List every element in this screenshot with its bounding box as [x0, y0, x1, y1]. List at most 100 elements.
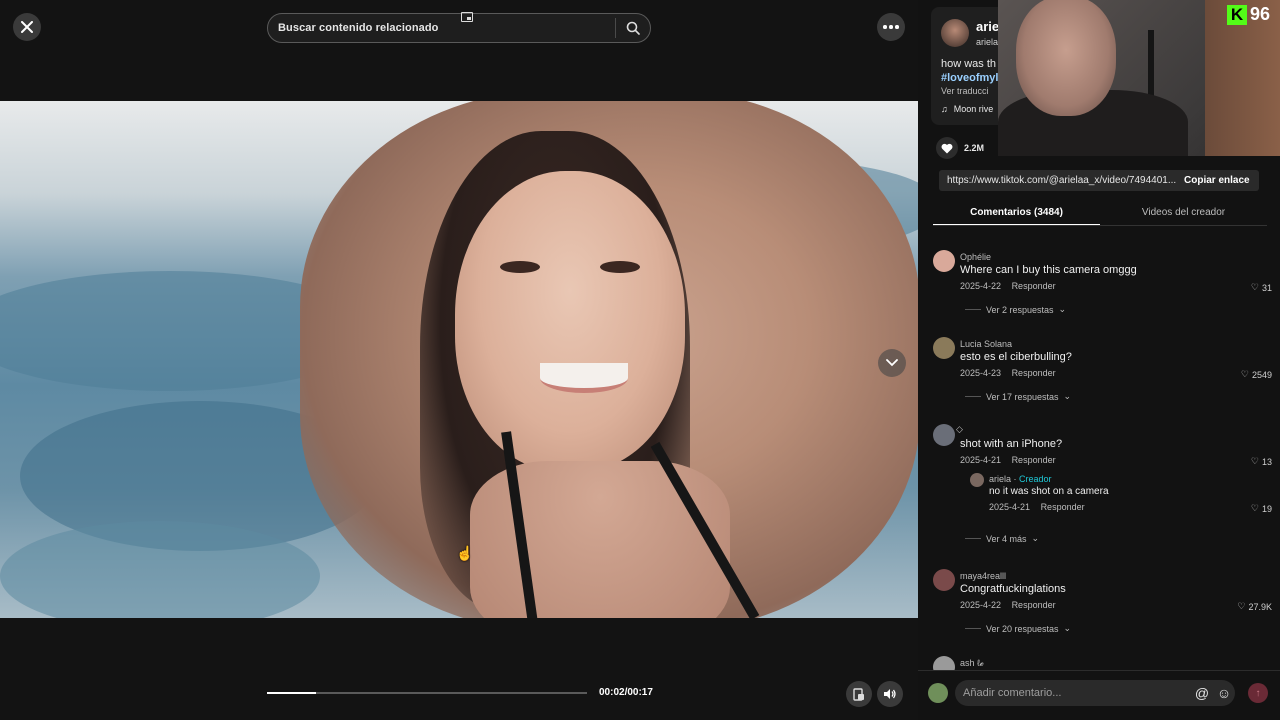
music-title: Moon rive	[953, 104, 994, 114]
sidebar-tabs: Comentarios (3484) Videos del creador	[933, 201, 1267, 226]
share-link-bar: https://www.tiktok.com/@arielaa_x/video/…	[939, 170, 1259, 191]
my-avatar	[928, 683, 948, 703]
reply-like-button[interactable]: ♡ 19	[1251, 503, 1272, 514]
like-count: 2.2M	[964, 143, 985, 153]
comment-like-count: 2549	[1251, 369, 1272, 380]
like-button[interactable]	[936, 137, 958, 159]
heart-outline-icon: ♡	[1250, 282, 1259, 292]
reply-date: 2025-4-21	[989, 502, 1031, 512]
translate-link[interactable]: Ver traducci	[941, 86, 989, 96]
music-link[interactable]: ♫ Moon rive	[941, 104, 993, 114]
commenter-avatar[interactable]	[933, 337, 955, 359]
commenter-name[interactable]: maya4realll	[960, 571, 1006, 581]
comment-like-button[interactable]: ♡ 13	[1251, 456, 1272, 467]
copy-link-button[interactable]: Copiar enlace	[1177, 175, 1250, 186]
chevron-down-icon	[886, 359, 898, 367]
video-eye-left	[500, 261, 540, 273]
reply-divider	[965, 309, 981, 310]
comment-composer: Añadir comentario... @ ☺ ↑	[918, 670, 1280, 720]
reply-text: no it was shot on a camera	[989, 486, 1109, 497]
creator-avatar[interactable]	[970, 473, 984, 487]
tab-comments[interactable]: Comentarios (3484)	[933, 201, 1100, 225]
comment-meta: 2025-4-21 Responder	[960, 455, 1056, 465]
view-more-label: Ver 4 más	[986, 533, 1027, 544]
reply-button[interactable]: Responder	[1012, 455, 1056, 465]
commenter-name[interactable]: ash ℓ𝓮	[960, 658, 984, 669]
webcam-face	[1016, 0, 1116, 116]
picture-in-picture-icon[interactable]	[461, 12, 473, 22]
reply-button[interactable]: Responder	[1041, 502, 1085, 512]
commenter-avatar[interactable]	[933, 250, 955, 272]
close-button[interactable]	[13, 13, 41, 41]
arrow-up-icon: ↑	[1255, 687, 1261, 699]
progress-fill	[267, 692, 317, 694]
comment-date: 2025-4-22	[960, 281, 1002, 291]
comment-list: Ophélie Where can I buy this camera omgg…	[918, 240, 1280, 670]
reply-author-name[interactable]: ariela	[989, 474, 1011, 484]
emoji-icon[interactable]: ☺	[1213, 685, 1235, 701]
commenter-avatar[interactable]	[933, 424, 955, 446]
volume-icon	[884, 689, 896, 699]
comment-input[interactable]: Añadir comentario... @ ☺	[955, 680, 1235, 706]
chevron-down-icon: ⌄	[1063, 623, 1072, 633]
viewer-count: 96	[1250, 4, 1271, 24]
author-avatar[interactable]	[941, 19, 969, 47]
comment-text: Where can I buy this camera omggg	[960, 264, 1137, 276]
view-more-replies-button[interactable]: Ver 4 más ⌄	[965, 533, 1039, 544]
reply-button[interactable]: Responder	[1012, 281, 1056, 291]
comment-like-button[interactable]: ♡ 2549	[1241, 369, 1272, 380]
chevron-down-icon: ⌄	[1058, 304, 1067, 314]
commenter-name[interactable]: ◇	[956, 424, 963, 435]
more-options-button[interactable]	[877, 13, 905, 41]
video-frame[interactable]	[0, 101, 918, 618]
chevron-down-icon: ⌄	[1063, 391, 1072, 401]
reply-divider	[965, 538, 981, 539]
commenter-name[interactable]: Ophélie	[960, 252, 991, 262]
comment-date: 2025-4-22	[960, 600, 1002, 610]
comment-date: 2025-4-21	[960, 455, 1002, 465]
next-video-button[interactable]	[878, 349, 906, 377]
video-eye-right	[600, 261, 640, 273]
reply-divider	[965, 396, 981, 397]
view-replies-button[interactable]: Ver 17 respuestas ⌄	[965, 391, 1071, 402]
reply-button[interactable]: Responder	[1012, 368, 1056, 378]
comment-like-button[interactable]: ♡ 27.9K	[1237, 601, 1272, 612]
chevron-down-icon: ⌄	[1031, 533, 1040, 543]
progress-bar[interactable]	[267, 692, 587, 694]
comment-like-count: 27.9K	[1248, 601, 1272, 612]
author-name[interactable]: arie	[976, 19, 999, 34]
close-icon	[21, 21, 33, 33]
video-face	[455, 171, 685, 471]
heart-outline-icon: ♡	[1237, 601, 1246, 611]
reply-item: ariela · Creador no it was shot on a cam…	[918, 469, 1280, 529]
commenter-name[interactable]: Lucia Solana	[960, 339, 1012, 349]
creator-badge: Creador	[1019, 474, 1052, 484]
post-hashtag[interactable]: #loveofmyl	[941, 72, 998, 84]
commenter-avatar[interactable]	[933, 569, 955, 591]
share-url: https://www.tiktok.com/@arielaa_x/video/…	[947, 175, 1177, 186]
view-replies-button[interactable]: Ver 2 respuestas ⌄	[965, 304, 1066, 315]
heart-icon	[941, 143, 953, 153]
float-player-button[interactable]	[846, 681, 872, 707]
comment-text: shot with an iPhone?	[960, 438, 1063, 450]
search-bar[interactable]: Buscar contenido relacionado	[267, 13, 651, 43]
author-handle[interactable]: ariela	[976, 37, 998, 47]
commenter-avatar[interactable]	[933, 656, 955, 670]
comment-date: 2025-4-23	[960, 368, 1002, 378]
comment-like-button[interactable]: ♡ 31	[1251, 282, 1272, 293]
search-input[interactable]: Buscar contenido relacionado	[268, 22, 615, 34]
view-replies-button[interactable]: Ver 20 respuestas ⌄	[965, 623, 1071, 634]
reply-button[interactable]: Responder	[1012, 600, 1056, 610]
view-replies-label: Ver 2 respuestas	[986, 304, 1054, 315]
send-button[interactable]: ↑	[1248, 683, 1268, 703]
search-button[interactable]	[616, 13, 650, 43]
heart-outline-icon: ♡	[1250, 456, 1259, 466]
tab-creator-videos[interactable]: Videos del creador	[1100, 201, 1267, 225]
volume-button[interactable]	[877, 681, 903, 707]
mention-icon[interactable]: @	[1191, 685, 1213, 701]
reply-divider	[965, 628, 981, 629]
time-display: 00:02/00:17	[599, 687, 653, 698]
comment-meta: 2025-4-22 Responder	[960, 600, 1056, 610]
more-horizontal-icon	[883, 25, 887, 29]
video-smile	[540, 363, 628, 393]
